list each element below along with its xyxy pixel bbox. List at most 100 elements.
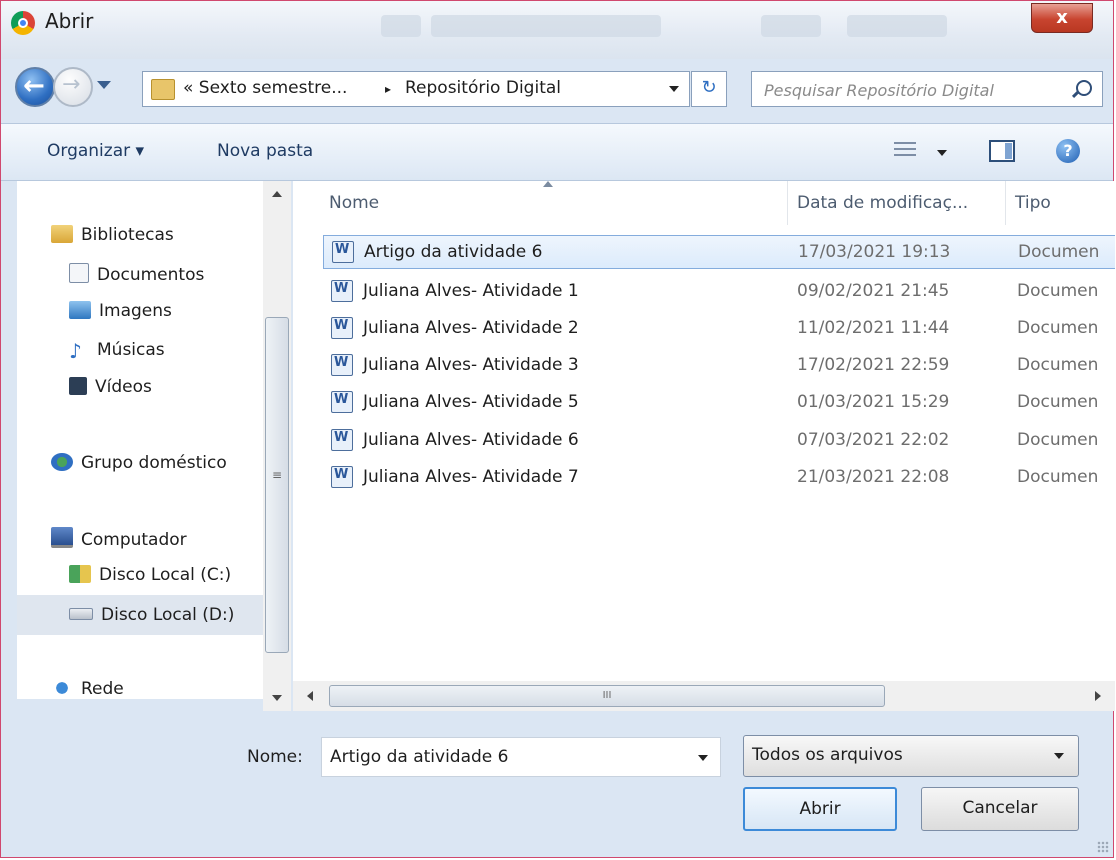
file-date: 09/02/2021 21:45 — [797, 281, 950, 301]
background-blur — [431, 15, 661, 37]
chrome-icon — [11, 11, 35, 35]
file-type: Documen — [1018, 242, 1100, 262]
recent-locations-dropdown-icon[interactable] — [97, 81, 111, 89]
view-options-dropdown-icon[interactable] — [937, 150, 947, 156]
word-document-icon — [331, 391, 353, 413]
column-divider[interactable] — [787, 181, 788, 225]
address-bar[interactable]: « Sexto semestre... ▸ Repositório Digita… — [142, 71, 690, 107]
file-name: Juliana Alves- Atividade 6 — [363, 430, 579, 450]
nav-item-music[interactable]: ♪ Músicas — [69, 339, 165, 363]
word-document-icon — [331, 317, 353, 339]
nav-pane-scroll-thumb[interactable]: ≡ — [265, 317, 289, 653]
word-document-icon — [331, 354, 353, 376]
file-row[interactable]: Juliana Alves- Atividade 6 07/03/2021 22… — [323, 424, 1115, 458]
filename-label: Nome: — [247, 747, 303, 767]
search-input[interactable] — [762, 77, 1066, 103]
word-document-icon — [331, 466, 353, 488]
word-document-icon — [332, 241, 354, 263]
file-name: Juliana Alves- Atividade 5 — [363, 392, 579, 412]
back-button[interactable] — [15, 67, 55, 107]
nav-item-drive-c[interactable]: Disco Local (C:) — [69, 565, 231, 585]
file-type: Documen — [1017, 467, 1099, 487]
network-icon — [51, 679, 73, 697]
file-list-scroll-thumb[interactable]: III — [329, 685, 885, 707]
file-date: 21/03/2021 22:08 — [797, 467, 950, 487]
filename-combobox[interactable] — [321, 737, 721, 777]
nav-item-pictures[interactable]: Imagens — [69, 301, 172, 321]
scroll-right-icon[interactable] — [1095, 691, 1101, 701]
file-date: 01/03/2021 15:29 — [797, 392, 950, 412]
close-button[interactable]: x — [1031, 3, 1093, 33]
cancel-button[interactable]: Cancelar — [921, 787, 1079, 831]
command-bar: Organizar ▾ Nova pasta ? — [1, 123, 1113, 181]
organize-button[interactable]: Organizar ▾ — [47, 141, 144, 161]
preview-pane-icon[interactable] — [989, 140, 1015, 162]
title-bar: Abrir x — [1, 1, 1113, 59]
open-file-dialog: Abrir x « Sexto semestre... ▸ Repositóri… — [0, 0, 1115, 858]
libraries-icon — [51, 225, 73, 243]
scroll-grip-icon: III — [602, 690, 612, 701]
file-type: Documen — [1017, 430, 1099, 450]
file-type: Documen — [1017, 318, 1099, 338]
filter-dropdown-icon[interactable] — [1054, 753, 1064, 759]
scroll-up-icon[interactable] — [272, 191, 282, 197]
file-row[interactable]: Juliana Alves- Atividade 2 11/02/2021 11… — [323, 312, 1115, 346]
nav-pane-scrollbar[interactable]: ≡ — [263, 181, 291, 711]
breadcrumb-current[interactable]: Repositório Digital — [405, 78, 561, 98]
column-divider[interactable] — [1005, 181, 1006, 225]
file-name: Juliana Alves- Atividade 3 — [363, 355, 579, 375]
address-dropdown-icon[interactable] — [669, 86, 679, 92]
change-view-icon[interactable] — [894, 142, 916, 160]
homegroup-icon — [51, 453, 73, 471]
background-blur — [847, 15, 947, 37]
nav-item-documents[interactable]: Documentos — [69, 263, 204, 285]
file-type: Documen — [1017, 281, 1099, 301]
column-header-name[interactable]: Nome — [329, 193, 379, 213]
file-type-filter[interactable]: Todos os arquivos — [743, 735, 1079, 777]
new-folder-button[interactable]: Nova pasta — [217, 141, 313, 161]
file-type-filter-value: Todos os arquivos — [752, 745, 903, 765]
nav-item-drive-d[interactable]: Disco Local (D:) — [69, 605, 234, 625]
file-row[interactable]: Juliana Alves- Atividade 5 01/03/2021 15… — [323, 386, 1115, 420]
open-button[interactable]: Abrir — [743, 787, 897, 831]
nav-item-homegroup[interactable]: Grupo doméstico — [51, 453, 227, 473]
file-date: 17/02/2021 22:59 — [797, 355, 950, 375]
file-row[interactable]: Juliana Alves- Atividade 3 17/02/2021 22… — [323, 349, 1115, 383]
nav-item-libraries[interactable]: Bibliotecas — [51, 225, 174, 245]
forward-button[interactable] — [53, 67, 93, 107]
file-list-scrollbar[interactable]: III — [293, 681, 1115, 711]
pictures-icon — [69, 301, 91, 319]
nav-item-network[interactable]: Rede — [51, 679, 124, 699]
file-name: Juliana Alves- Atividade 7 — [363, 467, 579, 487]
help-icon[interactable]: ? — [1056, 139, 1080, 163]
breadcrumb-separator-icon[interactable]: ▸ — [385, 82, 391, 96]
file-row[interactable]: Juliana Alves- Atividade 1 09/02/2021 21… — [323, 275, 1115, 309]
filename-input[interactable] — [328, 746, 682, 768]
search-icon[interactable] — [1076, 80, 1092, 96]
file-type: Documen — [1017, 355, 1099, 375]
filename-dropdown-icon[interactable] — [698, 755, 708, 761]
file-date: 17/03/2021 19:13 — [798, 242, 951, 262]
breadcrumb-parent[interactable]: « Sexto semestre... — [183, 78, 347, 98]
nav-item-videos[interactable]: Vídeos — [69, 377, 152, 397]
refresh-button[interactable]: ↻ — [691, 71, 727, 107]
file-row[interactable]: Juliana Alves- Atividade 7 21/03/2021 22… — [323, 461, 1115, 495]
videos-icon — [69, 377, 87, 395]
file-name: Juliana Alves- Atividade 2 — [363, 318, 579, 338]
resize-grip-icon[interactable] — [1097, 841, 1109, 853]
drive-d-icon — [69, 608, 93, 620]
scroll-down-icon[interactable] — [272, 695, 282, 701]
file-row[interactable]: Artigo da atividade 6 17/03/2021 19:13 D… — [323, 235, 1115, 269]
scroll-left-icon[interactable] — [307, 691, 313, 701]
background-blur — [381, 15, 421, 37]
column-header-date[interactable]: Data de modificaç... — [797, 193, 968, 213]
navigation-pane: Bibliotecas Documentos Imagens ♪ Músicas … — [17, 181, 263, 699]
search-box[interactable] — [751, 71, 1103, 107]
nav-item-computer[interactable]: Computador — [51, 527, 187, 550]
file-name: Juliana Alves- Atividade 1 — [363, 281, 579, 301]
word-document-icon — [331, 280, 353, 302]
window-title: Abrir — [45, 9, 94, 33]
music-icon: ♪ — [69, 339, 82, 363]
drive-c-icon — [69, 565, 91, 583]
column-header-type[interactable]: Tipo — [1015, 193, 1051, 213]
